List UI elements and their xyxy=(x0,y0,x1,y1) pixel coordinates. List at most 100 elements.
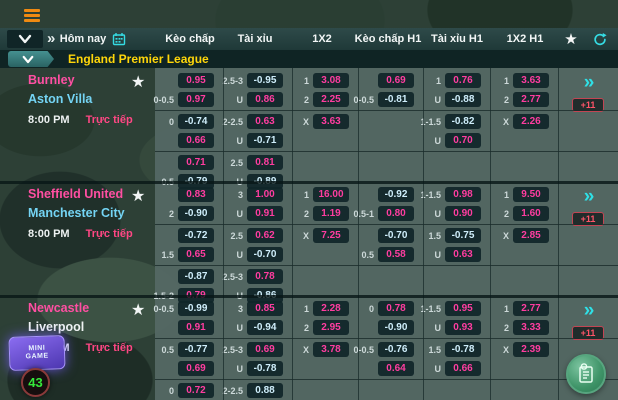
odds-chip[interactable]: -0.74 xyxy=(178,114,214,129)
live-label[interactable]: Trực tiếp xyxy=(86,228,133,240)
odds-chip[interactable]: 0.90 xyxy=(445,206,481,221)
odds-label: U xyxy=(237,95,244,105)
odds-chip[interactable]: 0.69 xyxy=(378,73,414,88)
odds-chip[interactable]: 2.26 xyxy=(513,114,549,129)
tab-keo-chap[interactable]: Kèo chấp xyxy=(165,28,215,50)
odds-chip[interactable]: 0.91 xyxy=(247,206,283,221)
menu-hamburger-icon[interactable] xyxy=(24,7,42,22)
odds-chip[interactable]: 16.00 xyxy=(313,187,349,202)
odds-chip[interactable]: -0.77 xyxy=(178,342,214,357)
odds-chip[interactable]: -0.88 xyxy=(445,92,481,107)
odds-chip[interactable]: -0.70 xyxy=(378,228,414,243)
tab-hom-nay[interactable]: Hôm nay xyxy=(60,28,106,50)
odds-chip[interactable]: 7.25 xyxy=(313,228,349,243)
odds-chip[interactable]: 0.95 xyxy=(178,73,214,88)
odds-chip[interactable]: 0.98 xyxy=(445,187,481,202)
more-odds-button[interactable]: » xyxy=(558,72,618,94)
favorite-star-icon[interactable]: ★ xyxy=(131,300,145,320)
odds-chip[interactable]: -0.78 xyxy=(445,342,481,357)
odds-chip[interactable]: 0.63 xyxy=(445,247,481,262)
odds-chip[interactable]: -0.70 xyxy=(247,247,283,262)
odds-chip[interactable]: -0.72 xyxy=(178,228,214,243)
odds-chip[interactable]: 0.66 xyxy=(178,133,214,148)
tab-tai-xiu[interactable]: Tài xỉu xyxy=(238,28,273,50)
odds-label: U xyxy=(435,323,442,333)
odds-chip[interactable]: -0.76 xyxy=(378,342,414,357)
odds-chip[interactable]: 0.76 xyxy=(445,73,481,88)
collapse-league-button[interactable] xyxy=(8,51,54,67)
odds-chip[interactable]: 2.85 xyxy=(513,228,549,243)
odds-chip[interactable]: 0.86 xyxy=(247,92,283,107)
odds-chip[interactable]: 2.77 xyxy=(513,301,549,316)
odds-label: U xyxy=(435,95,442,105)
odds-chip[interactable]: 3.78 xyxy=(313,342,349,357)
odds-chip[interactable]: 0.97 xyxy=(178,92,214,107)
odds-chip[interactable]: 0.95 xyxy=(445,301,481,316)
odds-chip[interactable]: 0.72 xyxy=(178,383,214,398)
odds-chip[interactable]: 0.65 xyxy=(178,247,214,262)
odds-chip[interactable]: 0.70 xyxy=(445,133,481,148)
collapse-all-button[interactable] xyxy=(7,30,43,48)
calendar-icon[interactable] xyxy=(112,28,126,50)
odds-chip[interactable]: 9.50 xyxy=(513,187,549,202)
refresh-icon[interactable] xyxy=(593,28,608,50)
favorite-star-icon[interactable]: ★ xyxy=(131,186,145,206)
odds-cell: U0.70 xyxy=(423,132,490,149)
odds-chip[interactable]: 3.08 xyxy=(313,73,349,88)
odds-chip[interactable]: -0.99 xyxy=(178,301,214,316)
odds-cell: 19.50 xyxy=(490,186,558,203)
live-label[interactable]: Trực tiếp xyxy=(86,114,133,126)
odds-chip[interactable]: 0.71 xyxy=(178,155,214,170)
odds-chip[interactable]: -0.92 xyxy=(378,187,414,202)
odds-chip[interactable]: 2.77 xyxy=(513,92,549,107)
more-odds-button[interactable]: » xyxy=(558,186,618,208)
odds-chip[interactable]: 1.60 xyxy=(513,206,549,221)
odds-chip[interactable]: 2.28 xyxy=(313,301,349,316)
odds-chip[interactable]: -0.90 xyxy=(178,206,214,221)
odds-chip[interactable]: 2.25 xyxy=(313,92,349,107)
odds-chip[interactable]: 0.81 xyxy=(247,155,283,170)
odds-chip[interactable]: -0.90 xyxy=(378,320,414,335)
odds-chip[interactable]: 0.78 xyxy=(247,269,283,284)
odds-chip[interactable]: 0.58 xyxy=(378,247,414,262)
odds-chip[interactable]: 0.80 xyxy=(378,206,414,221)
odds-chip[interactable]: -0.71 xyxy=(247,133,283,148)
odds-chip[interactable]: 1.19 xyxy=(313,206,349,221)
odds-chip[interactable]: -0.75 xyxy=(445,228,481,243)
odds-chip[interactable]: 3.63 xyxy=(513,73,549,88)
odds-chip[interactable]: 0.85 xyxy=(247,301,283,316)
odds-label: 0.5-1 xyxy=(353,209,374,219)
star-icon[interactable]: ★ xyxy=(564,28,577,50)
odds-chip[interactable]: 2.95 xyxy=(313,320,349,335)
odds-chip[interactable]: 0.63 xyxy=(247,114,283,129)
tab-1x2[interactable]: 1X2 xyxy=(312,28,332,50)
bet-slip-button[interactable] xyxy=(566,354,606,394)
tab-1x2-h1[interactable]: 1X2 H1 xyxy=(507,28,544,50)
odds-chip[interactable]: 0.64 xyxy=(378,361,414,376)
odds-chip[interactable]: 1.00 xyxy=(247,187,283,202)
tab-keo-chap-h1[interactable]: Kèo chấp H1 xyxy=(355,28,422,50)
odds-chip[interactable]: -0.87 xyxy=(178,269,214,284)
odds-chip[interactable]: 0.93 xyxy=(445,320,481,335)
tab-tai-xiu-h1[interactable]: Tài xỉu H1 xyxy=(431,28,483,50)
odds-chip[interactable]: 0.62 xyxy=(247,228,283,243)
odds-chip[interactable]: 0.91 xyxy=(178,320,214,335)
odds-chip[interactable]: 0.66 xyxy=(445,361,481,376)
odds-chip[interactable]: -0.81 xyxy=(378,92,414,107)
odds-chip[interactable]: 3.63 xyxy=(313,114,349,129)
odds-chip[interactable]: 0.78 xyxy=(378,301,414,316)
odds-chip[interactable]: 3.33 xyxy=(513,320,549,335)
odds-chip[interactable]: -0.94 xyxy=(247,320,283,335)
odds-chip[interactable]: 0.69 xyxy=(178,361,214,376)
minigame-widget[interactable]: MINI GAME 43 xyxy=(4,334,70,400)
favorite-star-icon[interactable]: ★ xyxy=(131,72,145,92)
odds-chip[interactable]: 0.83 xyxy=(178,187,214,202)
odds-chip[interactable]: 0.69 xyxy=(247,342,283,357)
live-label[interactable]: Trực tiếp xyxy=(86,342,133,354)
odds-chip[interactable]: -0.95 xyxy=(247,73,283,88)
odds-chip[interactable]: -0.78 xyxy=(247,361,283,376)
odds-chip[interactable]: -0.82 xyxy=(445,114,481,129)
more-odds-button[interactable]: » xyxy=(558,300,618,322)
odds-chip[interactable]: 2.39 xyxy=(513,342,549,357)
odds-chip[interactable]: 0.88 xyxy=(247,383,283,398)
